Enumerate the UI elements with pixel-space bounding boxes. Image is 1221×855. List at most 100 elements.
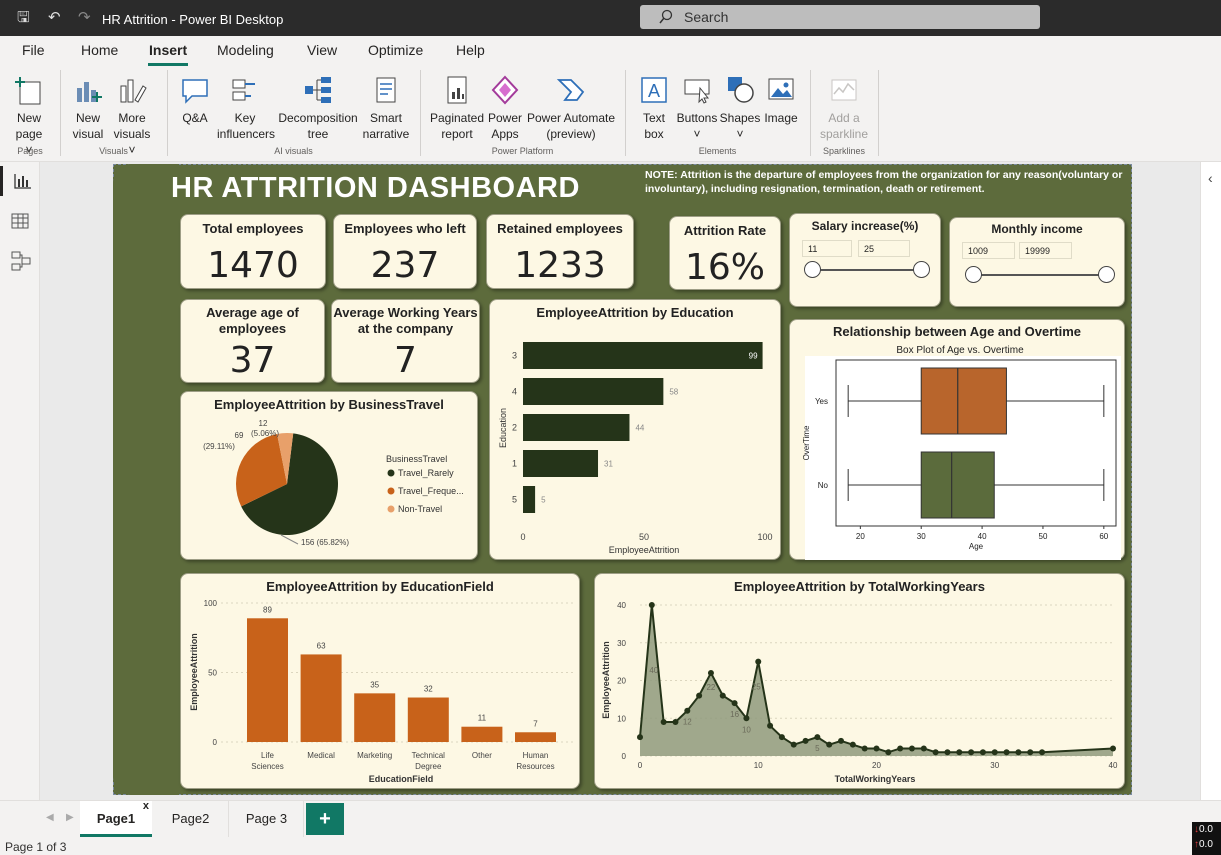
add-sparkline-button[interactable]: Add a sparkline (815, 74, 873, 142)
business-travel-chart-card[interactable]: EmployeeAttrition by BusinessTravel 156 … (180, 391, 478, 560)
menu-help[interactable]: Help (456, 42, 485, 58)
legend-entry: Travel_Freque... (398, 486, 464, 496)
group-label-sparklines: Sparklines (822, 146, 866, 156)
redo-icon[interactable]: ↷ (78, 10, 91, 26)
image-button[interactable]: Image (761, 74, 801, 126)
y-tick-label: 5 (512, 495, 517, 505)
table-view-icon[interactable] (0, 206, 40, 236)
shapes-button[interactable]: Shapes ˅ (719, 74, 761, 142)
menu-optimize[interactable]: Optimize (368, 42, 423, 58)
education-chart-card[interactable]: EmployeeAttrition by Education 0 50 100 3 99… (489, 299, 781, 560)
kpi-average-working-years[interactable]: Average Working Years at the company 7 (331, 299, 480, 383)
education-field-chart-card[interactable]: EmployeeAttrition by EducationField 0 50 1… (180, 573, 580, 789)
search-box[interactable]: Search (640, 5, 1040, 29)
group-label-power-platform: Power Platform (491, 146, 554, 156)
menu-insert[interactable]: Insert (149, 42, 187, 58)
undo-icon[interactable]: ↶ (48, 10, 61, 26)
kpi-total-employees[interactable]: Total employees 1470 (180, 214, 326, 289)
menu-bar: File Home Insert Modeling View Optimize … (0, 36, 1221, 66)
income-max-input[interactable]: 19999 (1019, 242, 1072, 259)
shapes-icon (728, 77, 754, 103)
data-point (1015, 749, 1022, 756)
y-tick-label: 30 (617, 639, 626, 648)
ribbon: New page ˅ New visual More visuals ˅ Q&A… (0, 66, 1221, 162)
chevron-left-icon[interactable]: ‹ (1208, 170, 1213, 186)
data-point (684, 707, 691, 714)
scroll-left-icon[interactable]: ◀ (46, 812, 54, 823)
working-years-chart-card[interactable]: EmployeeAttrition by TotalWorkingYears 0… (594, 573, 1125, 789)
close-tab-icon[interactable]: x (143, 788, 149, 824)
qa-button[interactable]: Q&A (175, 74, 215, 126)
monthly-income-slicer[interactable]: Monthly income 1009 19999 (949, 217, 1125, 307)
x-tick-label: Medical (307, 751, 335, 760)
report-view-icon[interactable] (0, 166, 40, 196)
paginated-report-button[interactable]: Paginated report (428, 74, 486, 142)
y-tick-label: 20 (617, 677, 626, 686)
data-label: 7 (533, 719, 538, 728)
bar (523, 378, 664, 405)
key-influencers-button[interactable]: Key influencers (215, 74, 275, 142)
data-label: 10 (742, 725, 751, 734)
smart-narrative-button[interactable]: Smart narrative (360, 74, 412, 142)
kpi-retained-employees[interactable]: Retained employees 1233 (486, 214, 634, 289)
menu-view[interactable]: View (307, 42, 337, 58)
bar (523, 414, 630, 441)
buttons-button[interactable]: Buttons ˅ (674, 74, 720, 142)
x-axis-label: TotalWorkingYears (835, 774, 916, 784)
title-bar: 🖫 ↶ ↷ HR Attrition - Power BI Desktop Se… (0, 0, 1221, 36)
menu-modeling[interactable]: Modeling (217, 42, 274, 58)
key-influencers-icon (232, 79, 255, 101)
add-page-button[interactable]: + (306, 803, 344, 835)
y-tick-label: 0 (622, 752, 627, 761)
filters-pane-collapsed[interactable]: ‹ (1200, 162, 1221, 800)
tab-page3[interactable]: Page 3 (230, 801, 304, 837)
data-point (1027, 749, 1034, 756)
power-automate-button[interactable]: Power Automate (preview) (525, 74, 617, 142)
x-tick-label: 30 (917, 532, 926, 541)
group-label-elements: Elements (698, 146, 737, 156)
data-point (991, 749, 998, 756)
income-slider-handle-min[interactable] (965, 266, 982, 283)
data-label: 16 (730, 710, 739, 719)
salary-slider-handle-max[interactable] (913, 261, 930, 278)
menu-home[interactable]: Home (81, 42, 118, 58)
data-label: 22 (706, 683, 715, 692)
data-point (790, 741, 797, 748)
legend-marker (387, 487, 395, 495)
data-point (743, 715, 750, 722)
kpi-attrition-rate[interactable]: Attrition Rate 16% (669, 216, 781, 290)
decomposition-tree-button[interactable]: Decomposition tree (276, 74, 360, 142)
x-tick-label: 0 (520, 532, 525, 542)
salary-increase-slicer[interactable]: Salary increase(%) 11 25 (789, 213, 941, 307)
kpi-employees-left[interactable]: Employees who left 237 (333, 214, 477, 289)
data-point (802, 737, 809, 744)
data-point (696, 692, 703, 699)
power-apps-button[interactable]: Power Apps (486, 74, 524, 142)
save-icon[interactable]: 🖫 (17, 10, 30, 26)
menu-file[interactable]: File (22, 42, 45, 58)
tab-page2[interactable]: Page2 (153, 801, 229, 837)
data-point (956, 749, 963, 756)
box-plot-title: Box Plot of Age vs. Overtime (896, 345, 1024, 356)
kpi-average-age[interactable]: Average age of employees 37 (180, 299, 325, 383)
income-min-input[interactable]: 1009 (962, 242, 1015, 259)
x-axis-label: EducationField (369, 774, 434, 784)
group-label-ai-visuals: AI visuals (274, 146, 313, 156)
x-tick-label: Human (523, 751, 549, 760)
data-label: 58 (669, 388, 678, 397)
data-label: 35 (370, 680, 379, 689)
data-point (637, 734, 643, 741)
data-point (968, 749, 975, 756)
salary-max-input[interactable]: 25 (858, 240, 910, 257)
salary-slider-handle-min[interactable] (804, 261, 821, 278)
text-box-button[interactable]: A Text box (634, 74, 674, 142)
tab-page1[interactable]: Page1 x (80, 800, 152, 837)
income-slider-handle-max[interactable] (1098, 266, 1115, 283)
salary-min-input[interactable]: 11 (802, 240, 852, 257)
age-overtime-chart-card[interactable]: Relationship between Age and Overtime Bo… (789, 319, 1125, 560)
scroll-right-icon[interactable]: ▶ (66, 812, 74, 823)
y-tick-label: 4 (512, 387, 517, 397)
x-axis-label: Age (969, 542, 984, 551)
new-visual-button[interactable]: New visual (68, 74, 108, 142)
model-view-icon[interactable] (0, 246, 40, 276)
